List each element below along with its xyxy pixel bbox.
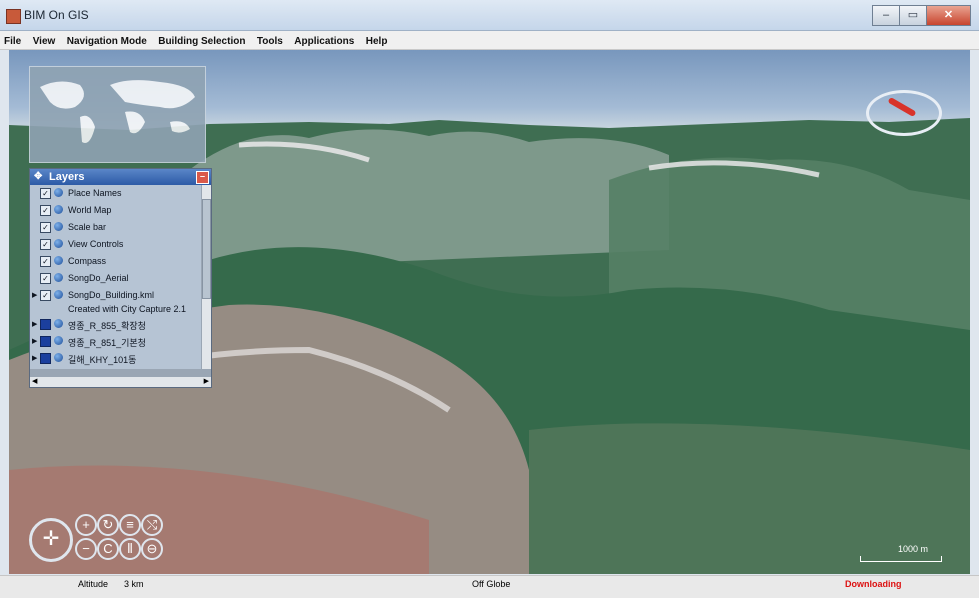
vertical-exaggeration-button[interactable]: ⤭ bbox=[141, 514, 163, 536]
layers-panel-header[interactable]: ✥ Layers – bbox=[30, 169, 211, 185]
scale-bar-label: 1000 m bbox=[897, 544, 928, 554]
globe-icon bbox=[54, 188, 63, 197]
globe-icon bbox=[54, 319, 63, 328]
expand-arrow-icon[interactable]: ▶ bbox=[32, 354, 37, 362]
expand-arrow-icon[interactable]: ▶ bbox=[32, 320, 37, 328]
layer-item-songdo-building[interactable]: ▶ ✓ SongDo_Building.kml bbox=[30, 287, 201, 304]
globe-icon bbox=[54, 353, 63, 362]
layer-item-yeongjong-851[interactable]: ▶ 영종_R_851_기본청 bbox=[30, 333, 201, 350]
globe-status: Off Globe bbox=[472, 579, 511, 589]
globe-icon bbox=[54, 290, 63, 299]
layer-list: ✓ Place Names ✓ World Map ✓ Scale bar ✓ … bbox=[30, 185, 201, 369]
layer-item-yeongjong-855[interactable]: ▶ 영종_R_855_확장청 bbox=[30, 316, 201, 333]
navigation-controls: ✛ + ↻ ≡ ⤭ − C ⦀ ⊖ bbox=[29, 508, 169, 568]
rotate-left-button[interactable]: ↻ bbox=[97, 514, 119, 536]
layer-checkbox[interactable]: ✓ bbox=[40, 273, 51, 284]
layers-panel: ✥ Layers – ✓ Place Names ✓ World Map ✓ S… bbox=[29, 168, 212, 388]
window-title: BIM On GIS bbox=[24, 8, 89, 22]
layer-item-songdo-aerial[interactable]: ✓ SongDo_Aerial bbox=[30, 270, 201, 287]
layer-checkbox[interactable]: ✓ bbox=[40, 205, 51, 216]
layer-checkbox[interactable] bbox=[40, 353, 51, 364]
layer-item-view-controls[interactable]: ✓ View Controls bbox=[30, 236, 201, 253]
world-map-icon bbox=[40, 80, 195, 143]
reset-view-button[interactable]: ⊖ bbox=[141, 538, 163, 560]
layer-item-khy-101[interactable]: ▶ 길해_KHY_101동 bbox=[30, 350, 201, 367]
scrollbar-thumb[interactable] bbox=[202, 199, 211, 299]
compass-needle-icon bbox=[887, 96, 917, 118]
scroll-left-icon[interactable]: ◀ bbox=[32, 377, 37, 385]
globe-icon bbox=[54, 273, 63, 282]
layers-minimize-button[interactable]: – bbox=[196, 171, 209, 184]
globe-icon bbox=[54, 256, 63, 265]
layer-item-world-map[interactable]: ✓ World Map bbox=[30, 202, 201, 219]
layers-panel-title: Layers bbox=[49, 171, 85, 183]
layer-checkbox[interactable]: ✓ bbox=[40, 222, 51, 233]
menu-building-selection[interactable]: Building Selection bbox=[154, 33, 248, 47]
tilt-up-button[interactable]: ≡ bbox=[119, 514, 141, 536]
menu-applications[interactable]: Applications bbox=[290, 33, 357, 47]
layer-checkbox[interactable]: ✓ bbox=[40, 239, 51, 250]
globe-icon bbox=[54, 205, 63, 214]
world-map-overview[interactable] bbox=[29, 66, 206, 163]
zoom-in-button[interactable]: + bbox=[75, 514, 97, 536]
expand-arrow-icon[interactable]: ▶ bbox=[32, 337, 37, 345]
title-bar: BIM On GIS – ▭ ✕ bbox=[0, 0, 979, 31]
layer-label: Compass bbox=[68, 256, 107, 266]
app-icon bbox=[6, 9, 21, 24]
window-controls: – ▭ ✕ bbox=[872, 5, 971, 26]
layer-label: Scale bar bbox=[68, 222, 107, 232]
expand-arrow-icon[interactable]: ▶ bbox=[32, 291, 37, 299]
globe-icon bbox=[54, 239, 63, 248]
scale-bar: 1000 m bbox=[860, 544, 942, 562]
layer-label: 영종_R_855_확장청 bbox=[68, 321, 146, 331]
globe-icon bbox=[54, 222, 63, 231]
download-status: Downloading bbox=[845, 579, 902, 589]
scale-bar-line bbox=[860, 556, 942, 562]
layer-item-compass[interactable]: ✓ Compass bbox=[30, 253, 201, 270]
layer-item-scale-bar[interactable]: ✓ Scale bar bbox=[30, 219, 201, 236]
layer-checkbox[interactable] bbox=[40, 319, 51, 330]
layer-sub-description: Created with City Capture 2.1 bbox=[68, 304, 187, 314]
layer-checkbox[interactable]: ✓ bbox=[40, 256, 51, 267]
altitude-label: Altitude bbox=[78, 579, 109, 589]
layer-label: SongDo_Building.kml bbox=[68, 290, 155, 300]
close-button[interactable]: ✕ bbox=[926, 5, 971, 26]
menu-bar: File View Navigation Mode Building Selec… bbox=[0, 31, 979, 50]
layer-label: 길해_KHY_101동 bbox=[68, 355, 137, 365]
pan-control-icon[interactable]: ✛ bbox=[29, 518, 73, 562]
layer-label: View Controls bbox=[68, 239, 124, 249]
maximize-button[interactable]: ▭ bbox=[899, 5, 927, 26]
layer-checkbox[interactable]: ✓ bbox=[40, 188, 51, 199]
layer-label: World Map bbox=[68, 205, 112, 215]
layers-icon: ✥ bbox=[34, 171, 43, 182]
layers-horizontal-scrollbar[interactable]: ◀ ▶ bbox=[30, 376, 211, 387]
menu-view[interactable]: View bbox=[29, 33, 59, 47]
menu-help[interactable]: Help bbox=[362, 33, 391, 47]
layer-checkbox[interactable]: ✓ bbox=[40, 290, 51, 301]
minimize-button[interactable]: – bbox=[872, 5, 900, 26]
scroll-right-icon[interactable]: ▶ bbox=[204, 377, 209, 385]
layer-item-place-names[interactable]: ✓ Place Names bbox=[30, 185, 201, 202]
layers-vertical-scrollbar[interactable] bbox=[201, 185, 211, 369]
menu-navigation-mode[interactable]: Navigation Mode bbox=[63, 33, 150, 47]
menu-tools[interactable]: Tools bbox=[253, 33, 286, 47]
tilt-down-button[interactable]: ⦀ bbox=[119, 538, 141, 560]
altitude-value: 3 km bbox=[124, 579, 144, 589]
status-bar: Altitude 3 km Off Globe Downloading bbox=[0, 575, 979, 598]
zoom-out-button[interactable]: − bbox=[75, 538, 97, 560]
layer-checkbox[interactable] bbox=[40, 336, 51, 347]
layer-label: Place Names bbox=[68, 188, 122, 198]
layer-label: SongDo_Aerial bbox=[68, 273, 129, 283]
layer-label: 영종_R_851_기본청 bbox=[68, 338, 146, 348]
compass[interactable] bbox=[866, 90, 942, 136]
globe-icon bbox=[54, 336, 63, 345]
menu-file[interactable]: File bbox=[0, 33, 24, 47]
rotate-right-button[interactable]: C bbox=[97, 538, 119, 560]
globe-viewport[interactable]: ✥ Layers – ✓ Place Names ✓ World Map ✓ S… bbox=[9, 50, 970, 574]
